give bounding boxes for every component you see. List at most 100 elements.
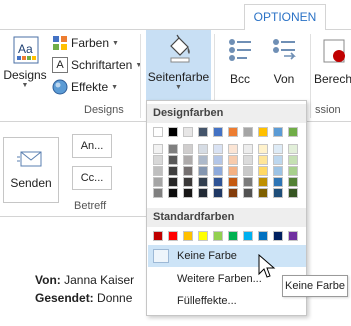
color-palette-icon (52, 35, 68, 51)
theme-shade-swatch[interactable] (288, 144, 298, 154)
theme-shade-swatch[interactable] (183, 188, 193, 198)
farben-button[interactable]: Farben ▼ (52, 33, 119, 53)
theme-shade-swatch[interactable] (168, 155, 178, 165)
theme-shade-swatch[interactable] (198, 188, 208, 198)
designs-button[interactable]: Aa Designs ▼ (2, 32, 48, 90)
theme-shade-swatch[interactable] (258, 144, 268, 154)
no-color-swatch (153, 249, 169, 263)
theme-color-swatch[interactable] (243, 127, 253, 137)
standard-color-swatch[interactable] (273, 231, 283, 241)
effects-icon (52, 79, 68, 95)
theme-shade-swatch[interactable] (153, 166, 163, 176)
theme-shade-swatch[interactable] (228, 188, 238, 198)
group-label-berechtigung: ssion (315, 104, 341, 116)
standard-color-swatch[interactable] (198, 231, 208, 241)
berechtigung-button[interactable]: Berech (314, 32, 351, 86)
to-button[interactable]: An... (72, 134, 112, 158)
tab-optionen[interactable]: OPTIONEN (244, 4, 326, 31)
theme-shade-swatch[interactable] (243, 188, 253, 198)
bcc-button[interactable]: Bcc (218, 32, 262, 86)
theme-shade-swatch[interactable] (183, 144, 193, 154)
theme-shade-swatch[interactable] (258, 177, 268, 187)
standard-color-swatch[interactable] (258, 231, 268, 241)
theme-shade-swatch[interactable] (273, 188, 283, 198)
seitenfarbe-button[interactable]: Seitenfarbe ▼ (146, 32, 211, 92)
standard-color-swatch[interactable] (228, 231, 238, 241)
envelope-icon (17, 151, 42, 167)
theme-shade-swatch[interactable] (288, 155, 298, 165)
paint-bucket-icon (169, 34, 190, 63)
theme-color-swatch[interactable] (213, 127, 223, 137)
theme-color-swatch[interactable] (153, 127, 163, 137)
theme-shade-swatch[interactable] (243, 166, 253, 176)
sent-line: Gesendet: Donne (35, 291, 132, 305)
theme-shade-swatch[interactable] (273, 144, 283, 154)
theme-shade-swatch[interactable] (258, 188, 268, 198)
cc-button[interactable]: Cc... (72, 166, 112, 190)
standard-color-swatch[interactable] (288, 231, 298, 241)
theme-shade-swatch[interactable] (213, 166, 223, 176)
designs-label: Designs (3, 68, 47, 82)
chevron-down-icon: ▼ (135, 61, 143, 69)
theme-shade-swatch[interactable] (213, 177, 223, 187)
theme-shade-swatch[interactable] (153, 155, 163, 165)
theme-color-swatch[interactable] (273, 127, 283, 137)
theme-shade-swatch[interactable] (183, 166, 193, 176)
theme-shade-swatch[interactable] (168, 188, 178, 198)
standard-color-swatch[interactable] (183, 231, 193, 241)
standard-color-swatch[interactable] (213, 231, 223, 241)
standard-color-swatch[interactable] (153, 231, 163, 241)
theme-shade-swatch[interactable] (228, 144, 238, 154)
von-button[interactable]: Von (262, 32, 306, 86)
theme-shade-swatch[interactable] (168, 177, 178, 187)
theme-shade-swatch[interactable] (288, 177, 298, 187)
theme-shade-swatch[interactable] (258, 155, 268, 165)
theme-shade-swatch[interactable] (183, 177, 193, 187)
standard-color-swatch[interactable] (168, 231, 178, 241)
theme-shade-swatch[interactable] (183, 155, 193, 165)
theme-color-swatch[interactable] (198, 127, 208, 137)
from-line: Von: Janna Kaiser (35, 273, 134, 287)
theme-shade-swatch[interactable] (153, 188, 163, 198)
theme-color-swatch[interactable] (228, 127, 238, 137)
theme-shade-swatch[interactable] (288, 166, 298, 176)
theme-color-swatch[interactable] (168, 127, 178, 137)
theme-shade-swatch[interactable] (213, 144, 223, 154)
theme-shade-swatch[interactable] (198, 166, 208, 176)
theme-color-swatch[interactable] (288, 127, 298, 137)
theme-shade-swatch[interactable] (258, 166, 268, 176)
sent-value: Donne (97, 291, 133, 305)
theme-shade-swatch[interactable] (168, 166, 178, 176)
theme-shade-swatch[interactable] (198, 144, 208, 154)
theme-shade-swatch[interactable] (198, 155, 208, 165)
group-divider (140, 34, 141, 118)
theme-shade-swatch[interactable] (228, 177, 238, 187)
standard-color-swatch[interactable] (243, 231, 253, 241)
theme-shade-swatch[interactable] (243, 177, 253, 187)
divider (0, 216, 146, 217)
theme-shade-swatch[interactable] (288, 188, 298, 198)
schriftarten-button[interactable]: A Schriftarten ▼ (52, 55, 142, 75)
no-color-item[interactable]: Keine Farbe (148, 245, 306, 267)
designs-icon: Aa (13, 36, 39, 64)
theme-shade-swatch[interactable] (198, 177, 208, 187)
subject-group-label: Betreff (74, 200, 107, 212)
theme-shade-swatch[interactable] (273, 155, 283, 165)
send-button[interactable]: Senden (3, 137, 59, 203)
theme-shade-swatch[interactable] (153, 144, 163, 154)
theme-shade-swatch[interactable] (243, 144, 253, 154)
theme-shade-swatch[interactable] (273, 166, 283, 176)
theme-shade-swatch[interactable] (243, 155, 253, 165)
theme-shade-swatch[interactable] (273, 177, 283, 187)
chevron-down-icon: ▼ (112, 39, 119, 47)
theme-color-swatch[interactable] (183, 127, 193, 137)
theme-shade-swatch[interactable] (213, 188, 223, 198)
theme-color-swatch[interactable] (258, 127, 268, 137)
mouse-cursor-icon (258, 254, 276, 278)
theme-shade-swatch[interactable] (153, 177, 163, 187)
theme-shade-swatch[interactable] (228, 155, 238, 165)
theme-shade-swatch[interactable] (213, 155, 223, 165)
theme-shade-swatch[interactable] (168, 144, 178, 154)
theme-shade-swatch[interactable] (228, 166, 238, 176)
effekte-button[interactable]: Effekte ▼ (52, 77, 118, 97)
